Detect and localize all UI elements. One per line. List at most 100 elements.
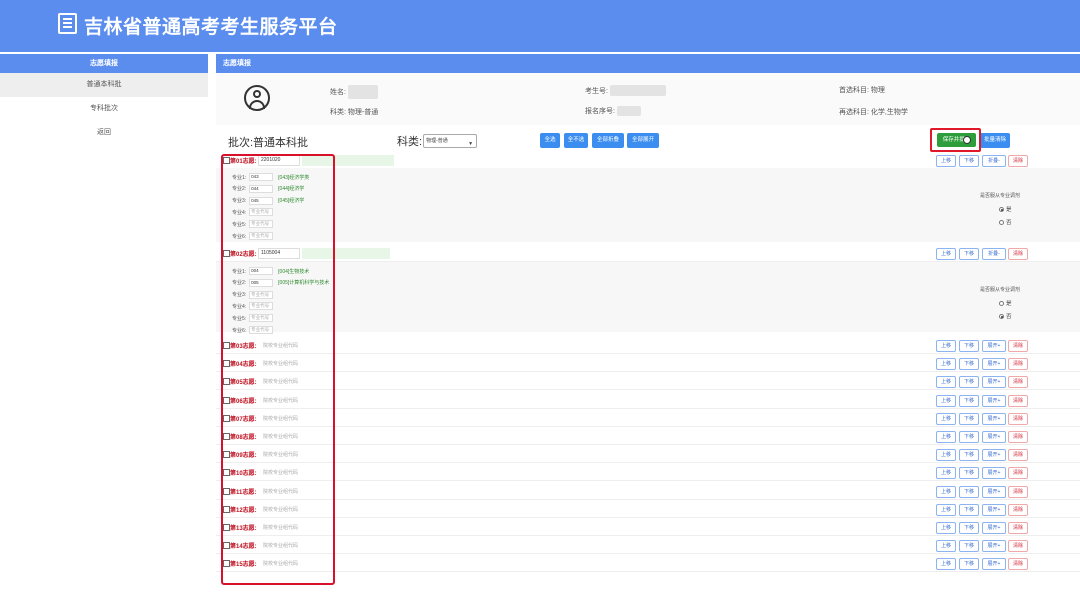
move-up-button[interactable]: 上移	[936, 503, 956, 516]
major-detail-panel	[216, 262, 1080, 332]
wish-row: 第12志愿: 院校专业组代码 上移 下移 展开+ 清除	[216, 502, 1080, 518]
move-down-button[interactable]: 下移	[959, 340, 979, 352]
expand-button[interactable]: 展开+	[982, 503, 1006, 516]
clear-button[interactable]: 清除	[1008, 449, 1028, 462]
radio-dot-icon	[999, 206, 1004, 212]
clear-button[interactable]: 清除	[1008, 394, 1028, 407]
expand-button[interactable]: 展开+	[982, 449, 1006, 462]
move-up-button[interactable]: 上移	[936, 558, 956, 571]
move-up-button[interactable]: 上移	[936, 449, 956, 462]
sidebar: 志愿填报 普通本科批 专科批次 返回	[0, 54, 208, 594]
move-down-button[interactable]: 下移	[959, 485, 979, 498]
clear-button[interactable]: 清除	[1008, 248, 1028, 260]
expand-button[interactable]: 展开+	[982, 412, 1006, 425]
expand-button[interactable]: 展开+	[982, 540, 1006, 553]
adjust-yes-radio[interactable]: 是	[999, 205, 1012, 213]
platform-title: 吉林省普通高考考生服务平台	[84, 17, 338, 38]
deselect-all-button[interactable]: 全不选	[564, 133, 588, 148]
sidebar-item-undergraduate[interactable]: 普通本科批	[0, 73, 208, 97]
clear-button[interactable]: 清除	[1008, 412, 1028, 425]
move-up-button[interactable]: 上移	[936, 340, 956, 352]
move-up-button[interactable]: 上移	[936, 485, 956, 498]
clear-button[interactable]: 清除	[1008, 540, 1028, 553]
subject-type-field: 科类: 物理-普通	[330, 109, 379, 116]
expand-button[interactable]: 展开+	[982, 358, 1006, 371]
move-down-button[interactable]: 下移	[959, 248, 979, 260]
clear-button[interactable]: 清除	[1008, 503, 1028, 516]
move-up-button[interactable]: 上移	[936, 394, 956, 407]
move-down-button[interactable]: 下移	[959, 431, 979, 443]
expand-button[interactable]: 展开+	[982, 431, 1006, 443]
expand-button[interactable]: 展开+	[982, 394, 1006, 407]
select-all-button[interactable]: 全选	[540, 133, 560, 148]
student-info: 姓名: 科类: 物理-普通 考生号: 报名序号: 首选科目: 物理 再选科目: …	[216, 73, 1080, 125]
fold-button[interactable]: 折叠-	[982, 248, 1006, 260]
move-up-button[interactable]: 上移	[936, 431, 956, 443]
move-down-button[interactable]: 下移	[959, 155, 979, 167]
sidebar-item-college[interactable]: 专科批次	[0, 97, 208, 121]
exam-no-value	[609, 85, 666, 96]
move-up-button[interactable]: 上移	[936, 540, 956, 553]
clear-button[interactable]: 清除	[1008, 522, 1028, 534]
name-field: 姓名:	[330, 85, 378, 99]
clear-button[interactable]: 清除	[1008, 340, 1028, 352]
reg-no-value	[616, 106, 641, 116]
reg-no-field: 报名序号:	[585, 106, 641, 116]
move-down-button[interactable]: 下移	[959, 376, 979, 389]
expand-all-button[interactable]: 全部展开	[627, 133, 659, 148]
adjust-no-label: 否	[1006, 220, 1012, 226]
wish-row: 第08志愿: 院校专业组代码 上移 下移 展开+ 清除	[216, 429, 1080, 445]
subject-selector: 科类: 物理-普通 ▼	[397, 133, 478, 149]
move-up-button[interactable]: 上移	[936, 358, 956, 371]
fold-button[interactable]: 折叠-	[982, 155, 1006, 167]
expand-button[interactable]: 展开+	[982, 558, 1006, 571]
platform-logo-icon	[58, 13, 77, 34]
clear-button[interactable]: 清除	[1008, 155, 1028, 167]
wish-row: 第15志愿: 院校专业组代码 上移 下移 展开+ 清除	[216, 556, 1080, 573]
wish-row: 第09志愿: 院校专业组代码 上移 下移 展开+ 清除	[216, 447, 1080, 464]
move-up-button[interactable]: 上移	[936, 522, 956, 534]
clear-button[interactable]: 清除	[1008, 358, 1028, 371]
main-title: 志愿填报	[216, 54, 1080, 73]
sidebar-item-back[interactable]: 返回	[0, 121, 208, 145]
move-down-button[interactable]: 下移	[959, 522, 979, 534]
move-down-button[interactable]: 下移	[959, 449, 979, 462]
clear-button[interactable]: 清除	[1008, 558, 1028, 571]
chevron-down-icon: ▼	[468, 141, 474, 147]
move-down-button[interactable]: 下移	[959, 412, 979, 425]
move-up-button[interactable]: 上移	[936, 467, 956, 480]
expand-button[interactable]: 展开+	[982, 340, 1006, 352]
top-header: 吉林省普通高考考生服务平台	[0, 0, 1080, 52]
adjust-no-radio[interactable]: 否	[999, 312, 1012, 320]
move-up-button[interactable]: 上移	[936, 248, 956, 260]
adjust-no-label: 否	[1006, 314, 1012, 320]
subject-select[interactable]: 物理-普通 ▼	[423, 134, 478, 148]
second-choice-field: 再选科目: 化学,生物学	[839, 109, 908, 116]
clear-button[interactable]: 清除	[1008, 467, 1028, 480]
adjust-yes-radio[interactable]: 是	[999, 299, 1012, 307]
collapse-all-button[interactable]: 全部折叠	[592, 133, 624, 148]
move-up-button[interactable]: 上移	[936, 412, 956, 425]
avatar-icon	[244, 85, 270, 111]
move-down-button[interactable]: 下移	[959, 358, 979, 371]
adjust-yes-label: 是	[1006, 301, 1012, 307]
expand-button[interactable]: 展开+	[982, 485, 1006, 498]
move-down-button[interactable]: 下移	[959, 540, 979, 553]
wish-column-highlight-box	[221, 154, 335, 585]
major-detail-panel	[216, 168, 1080, 242]
expand-button[interactable]: 展开+	[982, 522, 1006, 534]
move-down-button[interactable]: 下移	[959, 467, 979, 480]
clear-button[interactable]: 清除	[1008, 431, 1028, 443]
batch-clear-button[interactable]: 批量清除	[980, 133, 1010, 148]
clear-button[interactable]: 清除	[1008, 376, 1028, 389]
move-down-button[interactable]: 下移	[959, 394, 979, 407]
move-down-button[interactable]: 下移	[959, 558, 979, 571]
move-up-button[interactable]: 上移	[936, 155, 956, 167]
expand-button[interactable]: 展开+	[982, 467, 1006, 480]
adjust-no-radio[interactable]: 否	[999, 218, 1012, 226]
move-up-button[interactable]: 上移	[936, 376, 956, 389]
expand-button[interactable]: 展开+	[982, 376, 1006, 389]
move-down-button[interactable]: 下移	[959, 503, 979, 516]
clear-button[interactable]: 清除	[1008, 485, 1028, 498]
wish-row: 第03志愿: 院校专业组代码 上移 下移 展开+ 清除	[216, 338, 1080, 354]
